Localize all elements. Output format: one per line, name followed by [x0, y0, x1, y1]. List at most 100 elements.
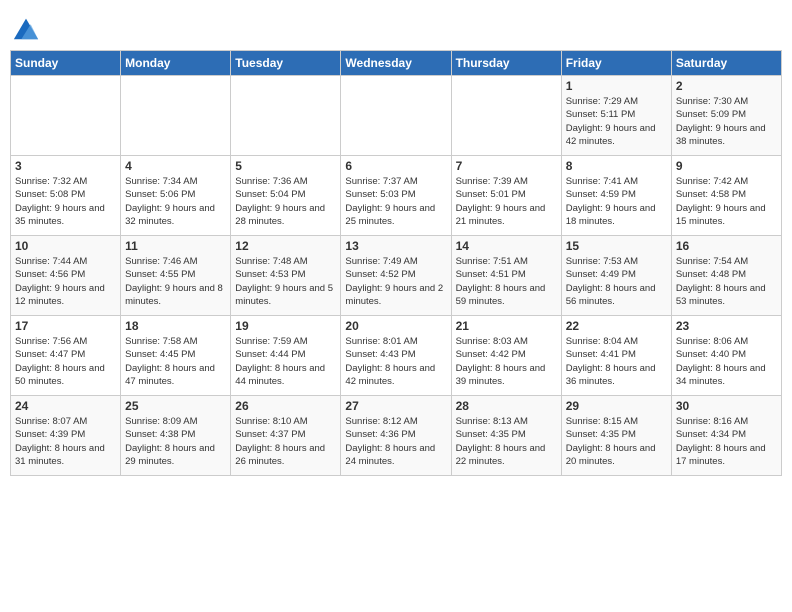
day-cell: 5 Sunrise: 7:36 AM Sunset: 5:04 PM Daylig… — [231, 156, 341, 236]
day-number: 13 — [345, 239, 446, 253]
day-cell: 3 Sunrise: 7:32 AM Sunset: 5:08 PM Daylig… — [11, 156, 121, 236]
day-cell: 11 Sunrise: 7:46 AM Sunset: 4:55 PM Dayli… — [121, 236, 231, 316]
day-info: Sunrise: 7:53 AM Sunset: 4:49 PM Dayligh… — [566, 255, 667, 308]
day-cell: 9 Sunrise: 7:42 AM Sunset: 4:58 PM Daylig… — [671, 156, 781, 236]
day-cell: 22 Sunrise: 8:04 AM Sunset: 4:41 PM Dayli… — [561, 316, 671, 396]
day-cell: 14 Sunrise: 7:51 AM Sunset: 4:51 PM Dayli… — [451, 236, 561, 316]
day-info: Sunrise: 7:51 AM Sunset: 4:51 PM Dayligh… — [456, 255, 557, 308]
header-tuesday: Tuesday — [231, 51, 341, 76]
day-number: 18 — [125, 319, 226, 333]
day-info: Sunrise: 8:15 AM Sunset: 4:35 PM Dayligh… — [566, 415, 667, 468]
day-number: 7 — [456, 159, 557, 173]
day-cell — [451, 76, 561, 156]
logo-text — [10, 14, 40, 42]
day-cell: 28 Sunrise: 8:13 AM Sunset: 4:35 PM Dayli… — [451, 396, 561, 476]
day-info: Sunrise: 7:37 AM Sunset: 5:03 PM Dayligh… — [345, 175, 446, 228]
day-cell: 30 Sunrise: 8:16 AM Sunset: 4:34 PM Dayli… — [671, 396, 781, 476]
day-cell: 16 Sunrise: 7:54 AM Sunset: 4:48 PM Dayli… — [671, 236, 781, 316]
day-info: Sunrise: 8:10 AM Sunset: 4:37 PM Dayligh… — [235, 415, 336, 468]
day-number: 16 — [676, 239, 777, 253]
day-info: Sunrise: 7:39 AM Sunset: 5:01 PM Dayligh… — [456, 175, 557, 228]
day-number: 3 — [15, 159, 116, 173]
day-info: Sunrise: 7:54 AM Sunset: 4:48 PM Dayligh… — [676, 255, 777, 308]
day-cell — [121, 76, 231, 156]
week-row-5: 24 Sunrise: 8:07 AM Sunset: 4:39 PM Dayli… — [11, 396, 782, 476]
day-number: 27 — [345, 399, 446, 413]
day-info: Sunrise: 7:36 AM Sunset: 5:04 PM Dayligh… — [235, 175, 336, 228]
day-number: 4 — [125, 159, 226, 173]
day-number: 11 — [125, 239, 226, 253]
day-cell: 8Sunrise: 7:41 AM Sunset: 4:59 PM Daylig… — [561, 156, 671, 236]
day-number: 1 — [566, 79, 667, 93]
header-row: SundayMondayTuesdayWednesdayThursdayFrid… — [11, 51, 782, 76]
day-number: 6 — [345, 159, 446, 173]
calendar-table: SundayMondayTuesdayWednesdayThursdayFrid… — [10, 50, 782, 476]
calendar-body: 1 Sunrise: 7:29 AM Sunset: 5:11 PM Daylig… — [11, 76, 782, 476]
day-cell: 20 Sunrise: 8:01 AM Sunset: 4:43 PM Dayli… — [341, 316, 451, 396]
day-number: 10 — [15, 239, 116, 253]
day-info: Sunrise: 7:59 AM Sunset: 4:44 PM Dayligh… — [235, 335, 336, 388]
day-number: 5 — [235, 159, 336, 173]
day-cell: 4 Sunrise: 7:34 AM Sunset: 5:06 PM Daylig… — [121, 156, 231, 236]
day-info: Sunrise: 7:32 AM Sunset: 5:08 PM Dayligh… — [15, 175, 116, 228]
header-sunday: Sunday — [11, 51, 121, 76]
day-number: 17 — [15, 319, 116, 333]
day-info: Sunrise: 7:29 AM Sunset: 5:11 PM Dayligh… — [566, 95, 667, 148]
day-cell: 13 Sunrise: 7:49 AM Sunset: 4:52 PM Dayli… — [341, 236, 451, 316]
day-number: 20 — [345, 319, 446, 333]
day-number: 19 — [235, 319, 336, 333]
day-info: Sunrise: 8:04 AM Sunset: 4:41 PM Dayligh… — [566, 335, 667, 388]
day-number: 12 — [235, 239, 336, 253]
day-number: 22 — [566, 319, 667, 333]
day-cell — [341, 76, 451, 156]
header-friday: Friday — [561, 51, 671, 76]
day-info: Sunrise: 8:16 AM Sunset: 4:34 PM Dayligh… — [676, 415, 777, 468]
day-cell: 27Sunrise: 8:12 AM Sunset: 4:36 PM Dayli… — [341, 396, 451, 476]
day-info: Sunrise: 8:06 AM Sunset: 4:40 PM Dayligh… — [676, 335, 777, 388]
day-cell — [11, 76, 121, 156]
day-info: Sunrise: 7:49 AM Sunset: 4:52 PM Dayligh… — [345, 255, 446, 308]
day-info: Sunrise: 7:34 AM Sunset: 5:06 PM Dayligh… — [125, 175, 226, 228]
header-monday: Monday — [121, 51, 231, 76]
day-number: 30 — [676, 399, 777, 413]
day-number: 15 — [566, 239, 667, 253]
day-number: 14 — [456, 239, 557, 253]
day-info: Sunrise: 8:09 AM Sunset: 4:38 PM Dayligh… — [125, 415, 226, 468]
day-info: Sunrise: 7:48 AM Sunset: 4:53 PM Dayligh… — [235, 255, 336, 308]
day-cell: 19 Sunrise: 7:59 AM Sunset: 4:44 PM Dayli… — [231, 316, 341, 396]
day-number: 9 — [676, 159, 777, 173]
day-cell: 23 Sunrise: 8:06 AM Sunset: 4:40 PM Dayli… — [671, 316, 781, 396]
header-wednesday: Wednesday — [341, 51, 451, 76]
header-saturday: Saturday — [671, 51, 781, 76]
week-row-4: 17 Sunrise: 7:56 AM Sunset: 4:47 PM Dayli… — [11, 316, 782, 396]
day-cell: 10 Sunrise: 7:44 AM Sunset: 4:56 PM Dayli… — [11, 236, 121, 316]
day-cell: 21 Sunrise: 8:03 AM Sunset: 4:42 PM Dayli… — [451, 316, 561, 396]
day-cell: 2Sunrise: 7:30 AM Sunset: 5:09 PM Daylig… — [671, 76, 781, 156]
day-number: 21 — [456, 319, 557, 333]
day-cell: 17 Sunrise: 7:56 AM Sunset: 4:47 PM Dayli… — [11, 316, 121, 396]
day-info: Sunrise: 7:56 AM Sunset: 4:47 PM Dayligh… — [15, 335, 116, 388]
day-cell: 15 Sunrise: 7:53 AM Sunset: 4:49 PM Dayli… — [561, 236, 671, 316]
page-header — [10, 10, 782, 42]
day-info: Sunrise: 8:01 AM Sunset: 4:43 PM Dayligh… — [345, 335, 446, 388]
day-info: Sunrise: 7:46 AM Sunset: 4:55 PM Dayligh… — [125, 255, 226, 308]
day-cell: 12 Sunrise: 7:48 AM Sunset: 4:53 PM Dayli… — [231, 236, 341, 316]
day-number: 2 — [676, 79, 777, 93]
day-number: 25 — [125, 399, 226, 413]
day-number: 23 — [676, 319, 777, 333]
day-info: Sunrise: 7:44 AM Sunset: 4:56 PM Dayligh… — [15, 255, 116, 308]
calendar-header: SundayMondayTuesdayWednesdayThursdayFrid… — [11, 51, 782, 76]
day-number: 24 — [15, 399, 116, 413]
day-info: Sunrise: 7:41 AM Sunset: 4:59 PM Dayligh… — [566, 175, 667, 228]
logo — [10, 14, 40, 42]
day-info: Sunrise: 8:07 AM Sunset: 4:39 PM Dayligh… — [15, 415, 116, 468]
day-cell: 26Sunrise: 8:10 AM Sunset: 4:37 PM Dayli… — [231, 396, 341, 476]
day-cell: 29Sunrise: 8:15 AM Sunset: 4:35 PM Dayli… — [561, 396, 671, 476]
day-number: 28 — [456, 399, 557, 413]
day-cell: 25 Sunrise: 8:09 AM Sunset: 4:38 PM Dayli… — [121, 396, 231, 476]
day-cell: 6 Sunrise: 7:37 AM Sunset: 5:03 PM Daylig… — [341, 156, 451, 236]
day-info: Sunrise: 7:42 AM Sunset: 4:58 PM Dayligh… — [676, 175, 777, 228]
day-info: Sunrise: 8:03 AM Sunset: 4:42 PM Dayligh… — [456, 335, 557, 388]
week-row-1: 1 Sunrise: 7:29 AM Sunset: 5:11 PM Daylig… — [11, 76, 782, 156]
day-info: Sunrise: 8:13 AM Sunset: 4:35 PM Dayligh… — [456, 415, 557, 468]
